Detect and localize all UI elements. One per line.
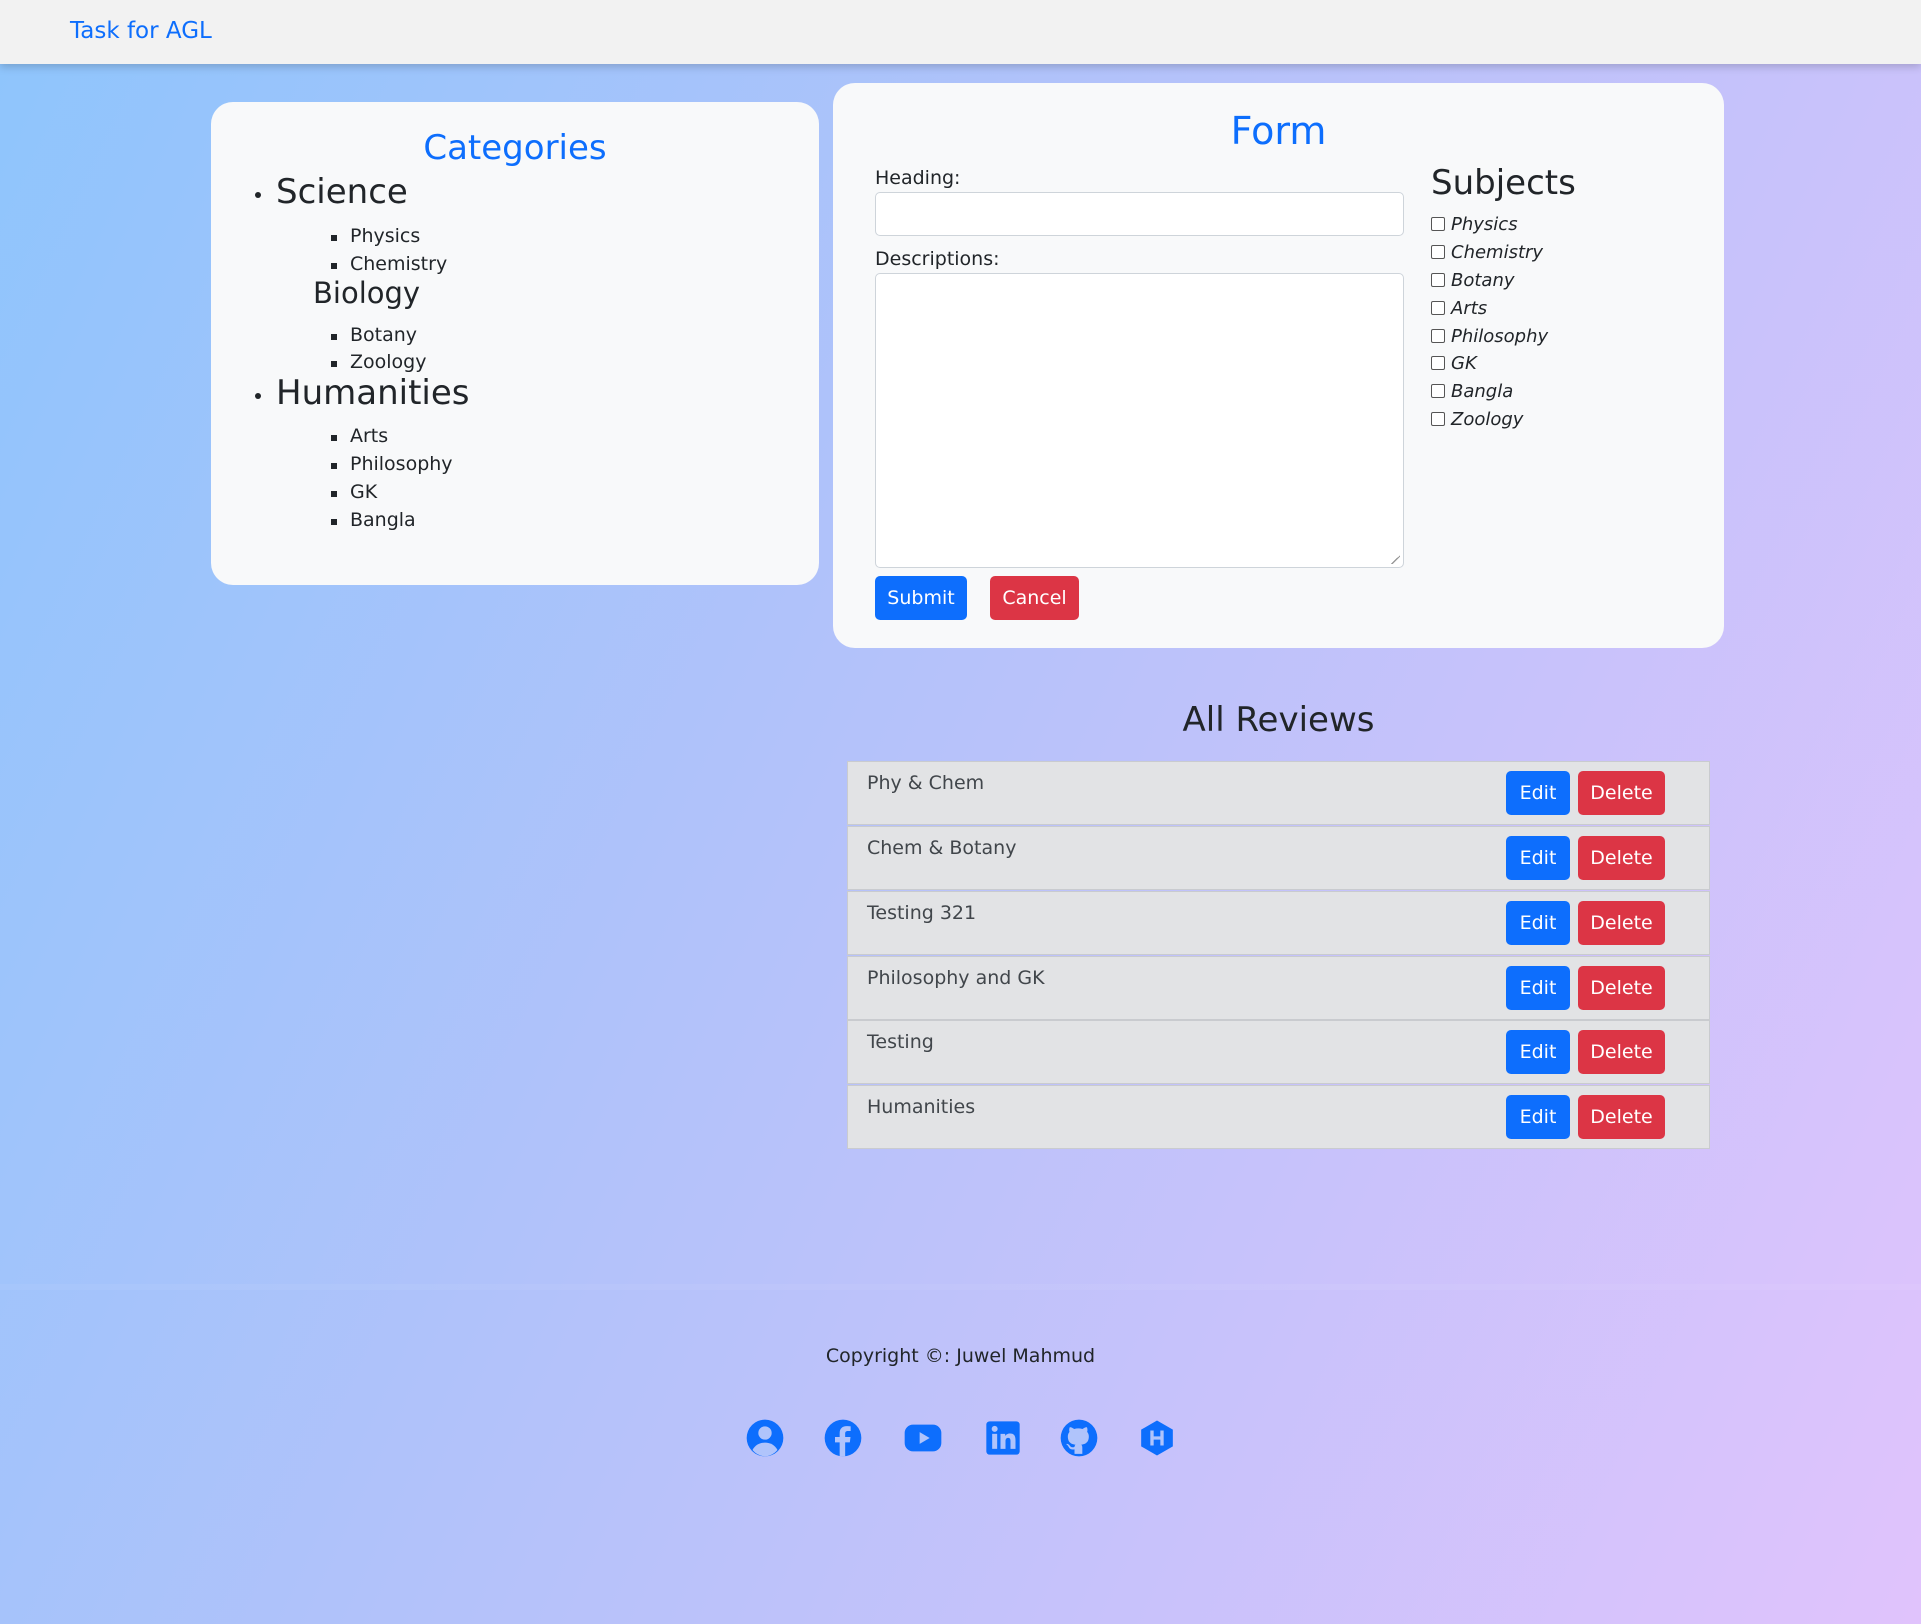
delete-button[interactable]: Delete (1578, 1095, 1665, 1139)
review-title: Testing (867, 1031, 934, 1053)
review-row: Philosophy and GK Edit Delete (847, 956, 1710, 1020)
footer-divider (0, 1284, 1921, 1290)
navbar: Task for AGL (0, 0, 1921, 64)
delete-button[interactable]: Delete (1578, 966, 1665, 1010)
subject-checkbox-row[interactable]: Philosophy (1431, 324, 1548, 348)
hashnode-icon[interactable] (1135, 1416, 1179, 1460)
subject-checkbox-row[interactable]: Botany (1431, 268, 1515, 292)
review-title: Phy & Chem (867, 772, 985, 794)
checkbox[interactable] (1431, 412, 1445, 426)
review-title: Chem & Botany (867, 837, 1017, 859)
square-bullet-icon (331, 263, 337, 269)
edit-button[interactable]: Edit (1506, 966, 1570, 1010)
checkbox[interactable] (1431, 273, 1445, 287)
facebook-icon[interactable] (821, 1416, 865, 1460)
review-row: Testing 321 Edit Delete (847, 891, 1710, 955)
category-item-philosophy: Philosophy (331, 453, 453, 475)
checkbox[interactable] (1431, 384, 1445, 398)
category-item-bangla: Bangla (331, 509, 416, 531)
brand-link[interactable]: Task for AGL (70, 18, 212, 44)
categories-list: Science Physics Chemistry Biology Botany… (211, 102, 819, 585)
square-bullet-icon (331, 463, 337, 469)
checkbox[interactable] (1431, 217, 1445, 231)
form-card: Form Heading: Descriptions: Submit Cance… (833, 83, 1724, 648)
bullet-icon (255, 393, 261, 399)
subject-checkbox-row[interactable]: Chemistry (1431, 240, 1543, 264)
category-item-chemistry: Chemistry (331, 253, 447, 275)
category-humanities: Humanities (255, 373, 469, 413)
descriptions-textarea[interactable] (875, 273, 1404, 568)
heading-input[interactable] (875, 192, 1404, 236)
category-biology: Biology (313, 276, 421, 310)
descriptions-label: Descriptions: (875, 248, 1000, 270)
edit-button[interactable]: Edit (1506, 1095, 1570, 1139)
cancel-button[interactable]: Cancel (990, 576, 1079, 620)
resize-handle-icon[interactable] (1391, 555, 1400, 564)
delete-button[interactable]: Delete (1578, 771, 1665, 815)
category-item-physics: Physics (331, 225, 420, 247)
subject-checkbox-row[interactable]: Bangla (1431, 379, 1513, 403)
reviews-title: All Reviews (1182, 700, 1375, 740)
review-row: Phy & Chem Edit Delete (847, 761, 1710, 825)
subject-checkbox-row[interactable]: Zoology (1431, 407, 1523, 431)
github-icon[interactable] (1057, 1416, 1101, 1460)
category-science: Science (255, 172, 408, 212)
square-bullet-icon (331, 519, 337, 525)
checkbox[interactable] (1431, 301, 1445, 315)
review-row: Chem & Botany Edit Delete (847, 826, 1710, 890)
subjects-title: Subjects (1431, 163, 1576, 203)
youtube-icon[interactable] (901, 1416, 945, 1460)
delete-button[interactable]: Delete (1578, 901, 1665, 945)
subject-checkbox-row[interactable]: Arts (1431, 296, 1487, 320)
edit-button[interactable]: Edit (1506, 836, 1570, 880)
edit-button[interactable]: Edit (1506, 771, 1570, 815)
heading-label: Heading: (875, 167, 961, 189)
user-icon[interactable] (743, 1416, 787, 1460)
form-title: Form (1230, 109, 1327, 153)
social-links (0, 1416, 1921, 1460)
review-row: Testing Edit Delete (847, 1020, 1710, 1084)
linkedin-icon[interactable] (981, 1416, 1025, 1460)
categories-card: Categories Science Physics Chemistry Bio… (211, 102, 819, 585)
checkbox[interactable] (1431, 329, 1445, 343)
delete-button[interactable]: Delete (1578, 1030, 1665, 1074)
delete-button[interactable]: Delete (1578, 836, 1665, 880)
category-item-botany: Botany (331, 324, 417, 346)
category-item-zoology: Zoology (331, 351, 426, 373)
checkbox[interactable] (1431, 356, 1445, 370)
review-title: Testing 321 (867, 902, 977, 924)
square-bullet-icon (331, 361, 337, 367)
square-bullet-icon (331, 334, 337, 340)
review-title: Philosophy and GK (867, 967, 1045, 989)
edit-button[interactable]: Edit (1506, 901, 1570, 945)
subject-checkbox-row[interactable]: GK (1431, 351, 1477, 375)
subject-checkbox-row[interactable]: Physics (1431, 212, 1518, 236)
category-item-arts: Arts (331, 425, 388, 447)
square-bullet-icon (331, 491, 337, 497)
edit-button[interactable]: Edit (1506, 1030, 1570, 1074)
bullet-icon (255, 192, 261, 198)
category-item-gk: GK (331, 481, 377, 503)
square-bullet-icon (331, 235, 337, 241)
square-bullet-icon (331, 435, 337, 441)
checkbox[interactable] (1431, 245, 1445, 259)
review-row: Humanities Edit Delete (847, 1085, 1710, 1149)
review-title: Humanities (867, 1096, 976, 1118)
submit-button[interactable]: Submit (875, 576, 967, 620)
copyright-text: Copyright ©: Juwel Mahmud (825, 1345, 1096, 1367)
